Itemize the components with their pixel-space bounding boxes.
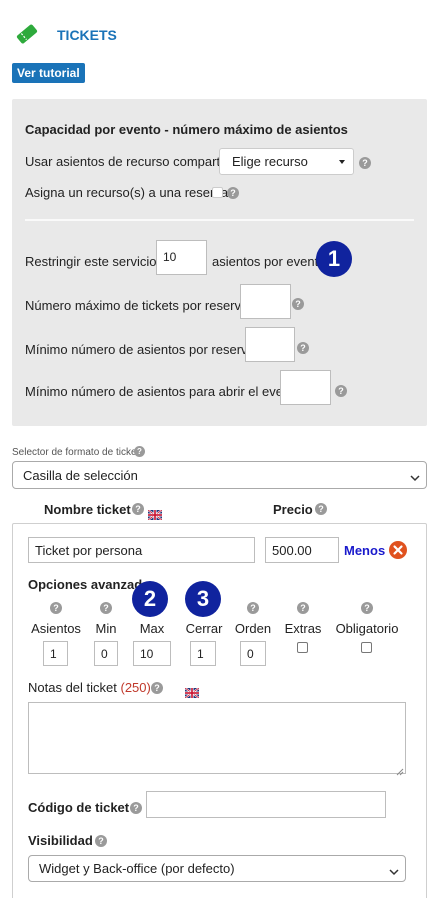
- help-icon[interactable]: ?: [134, 446, 145, 457]
- tutorial-button[interactable]: Ver tutorial: [12, 63, 85, 83]
- help-icon[interactable]: ?: [292, 298, 304, 310]
- close-input[interactable]: 1: [190, 641, 216, 666]
- caret-down-icon: [339, 160, 345, 164]
- help-icon[interactable]: ?: [247, 602, 259, 614]
- column-header-orden: Orden: [234, 621, 272, 636]
- help-icon[interactable]: ?: [50, 602, 62, 614]
- format-select[interactable]: Casilla de selección: [12, 461, 427, 489]
- column-header-cerrar: Cerrar: [185, 621, 223, 636]
- help-icon[interactable]: ?: [315, 503, 327, 515]
- panel-divider: [25, 219, 414, 221]
- column-header-max: Max: [139, 621, 165, 636]
- min-input[interactable]: 0: [94, 641, 118, 666]
- help-icon[interactable]: ?: [130, 802, 142, 814]
- order-input[interactable]: 0: [240, 641, 266, 666]
- help-icon[interactable]: ?: [100, 602, 112, 614]
- max-tickets-input[interactable]: [240, 284, 291, 319]
- visibility-label: Visibilidad: [28, 833, 93, 848]
- extras-checkbox[interactable]: [297, 642, 308, 653]
- help-icon[interactable]: ?: [132, 503, 144, 515]
- column-header-extras: Extras: [284, 621, 322, 636]
- ticket-price-input[interactable]: 500.00: [265, 537, 339, 563]
- help-icon[interactable]: ?: [297, 342, 309, 354]
- min-seats-input[interactable]: [245, 327, 295, 362]
- format-select-value: Casilla de selección: [23, 467, 138, 483]
- column-header-obligatorio: Obligatorio: [335, 621, 399, 636]
- notes-count: (250): [120, 680, 151, 695]
- ticket-code-label: Código de ticket: [28, 800, 130, 815]
- capacity-section-title: Capacidad por evento - número máximo de …: [25, 122, 348, 137]
- remove-ticket-link[interactable]: Menos: [344, 543, 385, 558]
- visibility-select-value: Widget y Back-office (por defecto): [39, 861, 235, 876]
- mandatory-checkbox[interactable]: [361, 642, 372, 653]
- min-seats-label: Mínimo número de asientos por reserva:: [25, 342, 259, 357]
- chevron-down-icon: [410, 470, 420, 485]
- column-header-asientos: Asientos: [31, 621, 81, 636]
- marker-3: 3: [185, 581, 221, 617]
- help-icon[interactable]: ?: [361, 602, 373, 614]
- help-icon[interactable]: ?: [227, 187, 239, 199]
- seats-input[interactable]: 1: [43, 641, 68, 666]
- max-tickets-label: Número máximo de tickets por reserva:: [25, 298, 252, 313]
- close-icon[interactable]: [389, 541, 407, 559]
- restrict-suffix-label: asientos por evento: [212, 254, 326, 269]
- marker-2: 2: [132, 581, 168, 617]
- notes-label-row: Notas del ticket (250): [28, 680, 151, 695]
- assign-resource-label: Asigna un recurso(s) a una reserva: [25, 185, 229, 200]
- min-open-label: Mínimo número de asientos para abrir el …: [25, 384, 305, 399]
- shared-resource-label: Usar asientos de recurso compartido: [25, 154, 238, 169]
- help-icon[interactable]: ?: [297, 602, 309, 614]
- ticket-name-header: Nombre ticket: [44, 502, 131, 517]
- column-header-min: Min: [95, 621, 117, 636]
- assign-resource-checkbox[interactable]: [212, 187, 223, 198]
- page-title: TICKETS: [57, 27, 117, 43]
- max-input[interactable]: 10: [133, 641, 171, 666]
- chevron-down-icon: [389, 864, 399, 879]
- help-icon[interactable]: ?: [151, 682, 163, 694]
- ticket-name-input[interactable]: Ticket por persona: [28, 537, 255, 563]
- resize-handle-icon[interactable]: [396, 764, 404, 776]
- shared-resource-select[interactable]: Elige recurso: [219, 148, 354, 175]
- help-icon[interactable]: ?: [359, 157, 371, 169]
- price-header: Precio: [273, 502, 313, 517]
- marker-1: 1: [316, 241, 352, 277]
- help-icon[interactable]: ?: [95, 835, 107, 847]
- uk-flag-icon: [147, 508, 163, 521]
- format-label: Selector de formato de ticket: [12, 447, 140, 458]
- uk-flag-icon: [184, 686, 200, 699]
- ticket-code-input[interactable]: [146, 791, 386, 818]
- visibility-select[interactable]: Widget y Back-office (por defecto): [28, 855, 406, 882]
- help-icon[interactable]: ?: [335, 385, 347, 397]
- ticket-icon: [14, 22, 40, 46]
- min-open-input[interactable]: [280, 370, 331, 405]
- ticket-name-header-label: Nombre ticket: [44, 502, 131, 517]
- notes-label: Notas del ticket: [28, 680, 117, 695]
- shared-resource-select-value: Elige recurso: [232, 154, 308, 169]
- restrict-seats-input[interactable]: 10: [156, 240, 207, 275]
- restrict-prefix-label: Restringir este servicio a: [25, 254, 168, 269]
- notes-textarea[interactable]: [28, 702, 406, 774]
